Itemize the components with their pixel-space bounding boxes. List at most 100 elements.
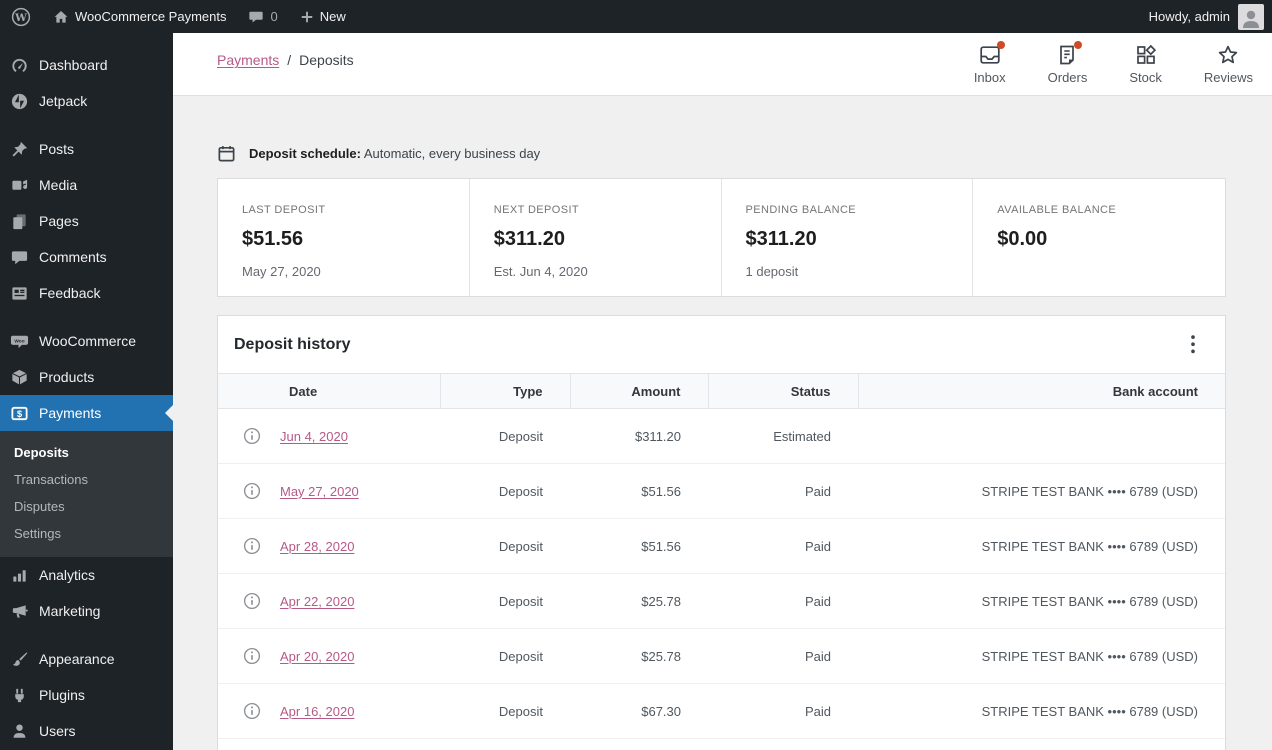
summary-card-subtext: Est. Jun 4, 2020	[493, 264, 588, 279]
status-cell: Estimated	[708, 408, 858, 464]
sidebar-item-posts[interactable]: Posts	[0, 131, 173, 167]
home-icon	[53, 9, 69, 25]
products-icon	[9, 367, 29, 387]
info-icon[interactable]	[243, 702, 261, 720]
bank-account-cell: STRIPE TEST BANK •••• 6789 (USD)	[858, 628, 1225, 684]
kebab-menu-button[interactable]	[1187, 331, 1199, 358]
sidebar-subitem-settings[interactable]: Settings	[0, 520, 173, 547]
breadcrumb-current: Deposits	[299, 52, 354, 68]
date-cell-inner: Apr 20, 2020	[243, 647, 440, 665]
sidebar-item-jetpack[interactable]: Jetpack	[0, 83, 173, 119]
deposit-date-link[interactable]: Apr 22, 2020	[280, 594, 354, 609]
info-icon[interactable]	[243, 482, 261, 500]
summary-card-available-balance: AVAILABLE BALANCE $0.00	[973, 179, 1225, 296]
media-icon	[9, 175, 29, 195]
howdy-menu[interactable]: Howdy, admin	[1149, 9, 1230, 24]
info-icon[interactable]	[243, 592, 261, 610]
table-row: May 27, 2020 Deposit $51.56 Paid STRIPE TEST…	[218, 463, 1225, 519]
sidebar-subitem-transactions[interactable]: Transactions	[0, 466, 173, 493]
wp-logo-button[interactable]: W	[0, 0, 42, 33]
sidebar-item-analytics[interactable]: Analytics	[0, 557, 173, 593]
type-cell: Deposit	[440, 683, 570, 739]
page-header: Payments / Deposits Inbox Orders Stock Revi…	[173, 33, 1272, 96]
sidebar-item-payments[interactable]: $ Payments	[0, 395, 173, 431]
sidebar-item-marketing[interactable]: Marketing	[0, 593, 173, 629]
summary-card-label: AVAILABLE BALANCE	[997, 204, 1117, 216]
table-row: Apr 20, 2020 Deposit $25.78 Paid STRIPE TEST…	[218, 628, 1225, 684]
amount-cell: $311.20	[570, 408, 708, 464]
deposit-schedule-banner: Deposit schedule: Automatic, every busin…	[217, 143, 1226, 163]
deposit-date-link[interactable]: Apr 20, 2020	[280, 649, 354, 664]
activity-tab-label: Orders	[1047, 70, 1088, 85]
sidebar-item-comments[interactable]: Comments	[0, 239, 173, 275]
sidebar-item-label: Dashboard	[39, 57, 108, 73]
summary-card-subtext: May 27, 2020	[242, 264, 321, 279]
sidebar-item-dashboard[interactable]: Dashboard	[0, 47, 173, 83]
dashboard-icon	[9, 55, 29, 75]
deposit-schedule-text: Deposit schedule: Automatic, every busin…	[249, 146, 540, 161]
activity-tab-inbox[interactable]: Inbox	[973, 41, 1006, 85]
sidebar-item-appearance[interactable]: Appearance	[0, 641, 173, 677]
deposit-date-link[interactable]: May 27, 2020	[280, 484, 359, 499]
new-button[interactable]: New	[289, 0, 357, 33]
sidebar-subitem-deposits[interactable]: Deposits	[0, 439, 173, 466]
woocommerce-icon: Woo	[9, 331, 29, 351]
deposit-schedule-value: Automatic, every business day	[363, 145, 541, 161]
info-icon[interactable]	[243, 427, 261, 445]
avatar[interactable]	[1238, 3, 1264, 30]
table-row: Apr 16, 2020 Deposit $67.30 Paid STRIPE TEST…	[218, 683, 1225, 739]
svg-text:Woo: Woo	[14, 338, 24, 344]
svg-text:W: W	[14, 11, 27, 23]
date-cell: May 27, 2020	[218, 463, 440, 519]
analytics-icon	[9, 565, 29, 585]
table-row: Apr 22, 2020 Deposit $25.78 Paid STRIPE TEST…	[218, 573, 1225, 629]
calendar-icon	[217, 144, 236, 163]
type-cell: Deposit	[440, 628, 570, 684]
column-header-date: Date	[218, 373, 440, 409]
sidebar-item-pages[interactable]: Pages	[0, 203, 173, 239]
sidebar-item-feedback[interactable]: Feedback	[0, 275, 173, 311]
sidebar-item-label: Products	[39, 369, 95, 385]
sidebar-item-woocommerce[interactable]: Woo WooCommerce	[0, 323, 173, 359]
activity-panel: Inbox Orders Stock Reviews	[973, 41, 1253, 85]
site-link[interactable]: WooCommerce Payments	[42, 0, 237, 33]
table-row: Apr 28, 2020 Deposit $51.56 Paid STRIPE TEST…	[218, 518, 1225, 574]
feedback-icon	[9, 283, 29, 303]
posts-icon	[9, 139, 29, 159]
sidebar-item-label: Feedback	[39, 285, 101, 301]
sidebar-item-products[interactable]: Products	[0, 359, 173, 395]
breadcrumb-payments-link[interactable]: Payments	[217, 52, 279, 68]
type-cell: Deposit	[440, 573, 570, 629]
sidebar-item-label: Jetpack	[39, 93, 88, 109]
sidebar-item-plugins[interactable]: Plugins	[0, 677, 173, 713]
sidebar-item-users[interactable]: Users	[0, 713, 173, 749]
status-cell: Paid	[708, 683, 858, 739]
summary-card-label: PENDING BALANCE	[745, 204, 857, 216]
sidebar-item-label: Analytics	[39, 567, 96, 583]
comments-button[interactable]: 0	[237, 0, 288, 33]
activity-tab-stock[interactable]: Stock	[1129, 43, 1162, 85]
activity-tab-reviews[interactable]: Reviews	[1204, 43, 1253, 85]
date-cell: Jun 4, 2020	[218, 408, 440, 464]
date-cell-inner: Apr 22, 2020	[243, 592, 440, 610]
info-icon[interactable]	[243, 537, 261, 555]
svg-text:$: $	[16, 408, 22, 419]
deposit-date-link[interactable]: Apr 16, 2020	[280, 704, 354, 719]
deposit-date-link[interactable]: Jun 4, 2020	[280, 429, 348, 444]
menu-separator	[0, 119, 173, 131]
activity-tab-label: Inbox	[973, 70, 1006, 85]
summary-card-last-deposit: LAST DEPOSIT $51.56 May 27, 2020	[218, 179, 470, 296]
sidebar-item-label: Payments	[39, 405, 102, 421]
type-cell: Deposit	[440, 518, 570, 574]
date-cell-inner: Apr 16, 2020	[243, 702, 440, 720]
activity-tab-orders[interactable]: Orders	[1047, 41, 1088, 85]
deposit-date-link[interactable]: Apr 28, 2020	[280, 539, 354, 554]
sidebar-item-label: Users	[39, 723, 76, 739]
deposit-history-header: Deposit history	[218, 316, 1225, 373]
sidebar-subitem-disputes[interactable]: Disputes	[0, 493, 173, 520]
sidebar-item-media[interactable]: Media	[0, 167, 173, 203]
summary-card-value: $51.56	[242, 228, 304, 250]
info-icon[interactable]	[243, 647, 261, 665]
marketing-icon	[9, 601, 29, 621]
users-icon	[9, 721, 29, 741]
